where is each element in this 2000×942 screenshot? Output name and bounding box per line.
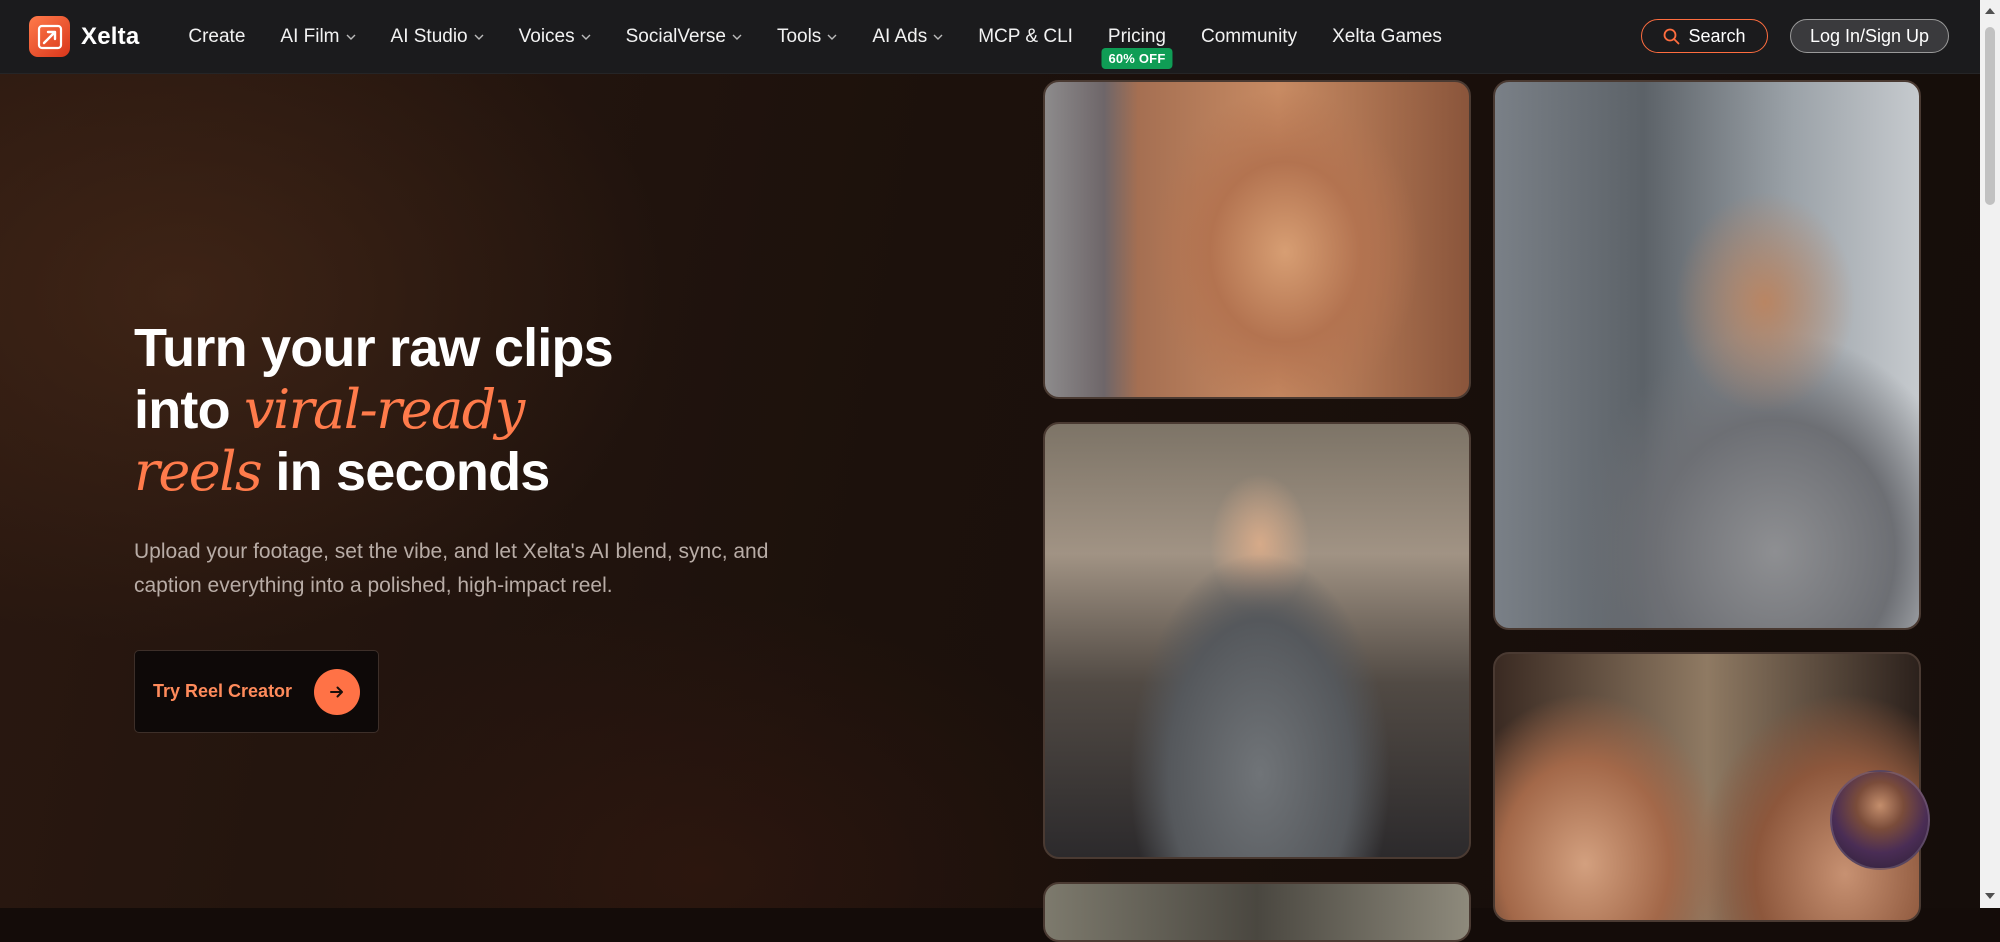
arrow-right-icon [314, 669, 360, 715]
headline-line-3: reels in seconds [134, 440, 550, 503]
headline-italic-viral: viral-ready [243, 378, 525, 441]
scroll-up-arrow-icon[interactable] [1984, 6, 1996, 16]
nav-ai-studio[interactable]: AI Studio [391, 0, 484, 73]
main-menu: Create AI Film AI Studio Voices SocialVe… [188, 0, 1477, 73]
search-label: Search [1688, 25, 1746, 46]
nav-socialverse[interactable]: SocialVerse [626, 0, 742, 73]
logo-icon [29, 16, 70, 57]
nav-community[interactable]: Community [1201, 0, 1297, 73]
chevron-down-icon [474, 34, 484, 40]
reel-thumbnail-street-hoodie [1043, 422, 1471, 859]
nav-ai-ads[interactable]: AI Ads [872, 0, 943, 73]
nav-voices[interactable]: Voices [519, 0, 591, 73]
nav-create[interactable]: Create [188, 0, 245, 73]
scroll-thumb[interactable] [1985, 27, 1995, 205]
brand-logo-link[interactable]: Xelta [29, 16, 139, 57]
scroll-down-arrow-icon[interactable] [1984, 891, 1996, 901]
cta-label: Try Reel Creator [153, 681, 293, 701]
hero-headline: Turn your raw clips into viral-ready ree… [134, 318, 834, 503]
headline-italic-reels: reels [134, 440, 263, 503]
discount-badge: 60% OFF [1101, 48, 1173, 69]
headline-line-2: into viral-ready [134, 378, 525, 441]
login-label: Log In/Sign Up [1809, 25, 1930, 46]
nav-pricing[interactable]: Pricing 60% OFF [1101, 0, 1173, 73]
chevron-down-icon [933, 34, 943, 40]
hero-subtitle: Upload your footage, set the vibe, and l… [134, 540, 769, 597]
assistant-avatar-button[interactable] [1830, 770, 1930, 870]
nav-tools[interactable]: Tools [777, 0, 837, 73]
nav-ai-film[interactable]: AI Film [280, 0, 356, 73]
headline-line-1: Turn your raw clips [134, 318, 614, 378]
chevron-down-icon [346, 34, 356, 40]
reel-thumbnail-subway-man [1493, 80, 1921, 630]
top-nav: Xelta Create AI Film AI Studio Voices So… [0, 0, 1980, 74]
nav-xelta-games[interactable]: Xelta Games [1332, 0, 1442, 73]
search-icon [1664, 28, 1680, 44]
reel-thumbnail-partial [1043, 882, 1471, 942]
chevron-down-icon [581, 34, 591, 40]
brand-name: Xelta [81, 22, 140, 50]
chevron-down-icon [827, 34, 837, 40]
page-scrollbar[interactable] [1980, 0, 2000, 908]
try-reel-creator-button[interactable]: Try Reel Creator [134, 650, 379, 733]
nav-mcp-cli[interactable]: MCP & CLI [978, 0, 1073, 73]
chevron-down-icon [732, 34, 742, 40]
login-signup-button[interactable]: Log In/Sign Up [1790, 19, 1949, 53]
reel-thumbnail-closeup-face [1043, 80, 1471, 399]
search-button[interactable]: Search [1641, 19, 1768, 53]
